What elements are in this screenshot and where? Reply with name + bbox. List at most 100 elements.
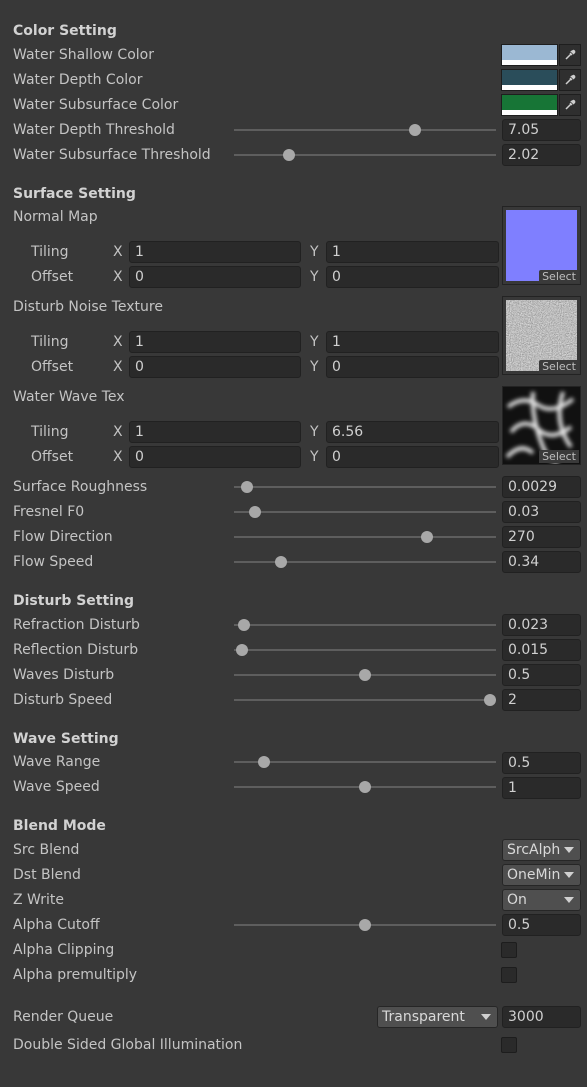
- water-depth-threshold-field[interactable]: 7.05: [502, 119, 581, 141]
- disturb-speed-slider[interactable]: [234, 694, 496, 706]
- wave-range-slider[interactable]: [234, 756, 496, 768]
- disturb-noise-texture-slot[interactable]: Select: [502, 296, 581, 375]
- render-queue-mode: Transparent: [382, 1009, 465, 1025]
- slider-thumb[interactable]: [420, 531, 433, 543]
- axis-y-label: Y: [310, 269, 319, 285]
- alpha-cutoff-field[interactable]: 0.5: [502, 914, 581, 936]
- water-wave-offset-x[interactable]: 0: [129, 446, 301, 468]
- select-button[interactable]: Select: [539, 360, 579, 373]
- waves-disturb-slider[interactable]: [234, 669, 496, 681]
- fresnel-f0-label: Fresnel F0: [13, 504, 85, 520]
- fresnel-f0-field[interactable]: 0.03: [502, 501, 581, 523]
- z-write-dropdown[interactable]: On: [502, 889, 581, 911]
- disturb-speed-label: Disturb Speed: [13, 692, 113, 708]
- dst-blend-label: Dst Blend: [13, 867, 81, 883]
- reflection-disturb-field[interactable]: 0.015: [502, 639, 581, 661]
- flow-speed-field[interactable]: 0.34: [502, 551, 581, 573]
- waves-disturb-field[interactable]: 0.5: [502, 664, 581, 686]
- alpha-clipping-checkbox[interactable]: [501, 942, 517, 958]
- refraction-disturb-field[interactable]: 0.023: [502, 614, 581, 636]
- flow-direction-slider[interactable]: [234, 531, 496, 543]
- surface-roughness-slider[interactable]: [234, 481, 496, 493]
- water-wave-texture-slot[interactable]: Select: [502, 386, 581, 465]
- water-depth-threshold-slider[interactable]: [234, 124, 496, 136]
- surface-roughness-label: Surface Roughness: [13, 479, 148, 495]
- eyedropper-icon[interactable]: [559, 94, 581, 116]
- wave-speed-slider[interactable]: [234, 781, 496, 793]
- chevron-down-icon: [481, 1014, 491, 1020]
- water-depth-color-swatch[interactable]: [501, 69, 558, 91]
- chevron-down-icon: [564, 872, 574, 878]
- tiling-label: Tiling: [31, 424, 69, 440]
- normal-map-offset-x[interactable]: 0: [129, 266, 301, 288]
- alpha-cutoff-slider[interactable]: [234, 919, 496, 931]
- wave-setting-header: Wave Setting: [13, 731, 119, 747]
- z-write-value: On: [507, 892, 527, 908]
- flow-direction-field[interactable]: 270: [502, 526, 581, 548]
- water-shallow-color-label: Water Shallow Color: [13, 47, 154, 63]
- slider-thumb[interactable]: [248, 506, 261, 518]
- wave-range-field[interactable]: 0.5: [502, 752, 581, 774]
- disturb-noise-tiling-x[interactable]: 1: [129, 331, 301, 353]
- axis-y-label: Y: [310, 244, 319, 260]
- water-depth-threshold-label: Water Depth Threshold: [13, 122, 175, 138]
- eyedropper-icon[interactable]: [559, 69, 581, 91]
- normal-map-tiling-y[interactable]: 1: [326, 241, 499, 263]
- normal-map-offset-y[interactable]: 0: [326, 266, 499, 288]
- flow-speed-slider[interactable]: [234, 556, 496, 568]
- slider-thumb[interactable]: [235, 644, 248, 656]
- offset-label: Offset: [31, 359, 74, 375]
- disturb-noise-tiling-y[interactable]: 1: [326, 331, 499, 353]
- slider-thumb[interactable]: [241, 481, 254, 493]
- render-queue-dropdown[interactable]: Transparent: [377, 1006, 498, 1028]
- normal-map-label: Normal Map: [13, 209, 98, 225]
- water-subsurface-threshold-slider[interactable]: [234, 149, 496, 161]
- slider-thumb[interactable]: [258, 756, 271, 768]
- slider-thumb[interactable]: [283, 149, 296, 161]
- slider-thumb[interactable]: [484, 694, 496, 706]
- water-subsurface-color-swatch[interactable]: [501, 94, 558, 116]
- select-button[interactable]: Select: [539, 270, 579, 283]
- water-subsurface-threshold-field[interactable]: 2.02: [502, 144, 581, 166]
- axis-x-label: X: [113, 449, 123, 465]
- blend-mode-header: Blend Mode: [13, 818, 106, 834]
- dst-blend-dropdown[interactable]: OneMin: [502, 864, 581, 886]
- surface-roughness-field[interactable]: 0.0029: [502, 476, 581, 498]
- refraction-disturb-label: Refraction Disturb: [13, 617, 140, 633]
- offset-label: Offset: [31, 269, 74, 285]
- color-setting-header: Color Setting: [13, 23, 117, 39]
- alpha-premultiply-checkbox[interactable]: [501, 967, 517, 983]
- water-subsurface-color-label: Water Subsurface Color: [13, 97, 179, 113]
- select-button[interactable]: Select: [539, 450, 579, 463]
- fresnel-f0-slider[interactable]: [234, 506, 496, 518]
- disturb-speed-field[interactable]: 2: [502, 689, 581, 711]
- water-wave-tiling-y[interactable]: 6.56: [326, 421, 499, 443]
- slider-thumb[interactable]: [408, 124, 421, 136]
- reflection-disturb-slider[interactable]: [234, 644, 496, 656]
- slider-thumb[interactable]: [359, 669, 371, 681]
- tiling-label: Tiling: [31, 244, 69, 260]
- render-queue-field[interactable]: 3000: [502, 1006, 581, 1028]
- slider-thumb[interactable]: [275, 556, 288, 568]
- slider-thumb[interactable]: [359, 781, 371, 793]
- disturb-noise-offset-x[interactable]: 0: [129, 356, 301, 378]
- water-wave-tiling-x[interactable]: 1: [129, 421, 301, 443]
- normal-map-tiling-x[interactable]: 1: [129, 241, 301, 263]
- eyedropper-icon[interactable]: [559, 44, 581, 66]
- slider-thumb[interactable]: [359, 919, 371, 931]
- double-sided-gi-checkbox[interactable]: [501, 1037, 517, 1053]
- water-shallow-color-swatch[interactable]: [501, 44, 558, 66]
- slider-thumb[interactable]: [238, 619, 251, 631]
- normal-map-texture-slot[interactable]: Select: [502, 206, 581, 285]
- axis-x-label: X: [113, 244, 123, 260]
- double-sided-gi-label: Double Sided Global Illumination: [13, 1037, 243, 1053]
- axis-x-label: X: [113, 424, 123, 440]
- src-blend-dropdown[interactable]: SrcAlph: [502, 839, 581, 861]
- refraction-disturb-slider[interactable]: [234, 619, 496, 631]
- wave-speed-label: Wave Speed: [13, 779, 100, 795]
- alpha-clipping-label: Alpha Clipping: [13, 942, 115, 958]
- disturb-noise-offset-y[interactable]: 0: [326, 356, 499, 378]
- water-wave-offset-y[interactable]: 0: [326, 446, 499, 468]
- wave-speed-field[interactable]: 1: [502, 777, 581, 799]
- alpha-premultiply-label: Alpha premultiply: [13, 967, 138, 983]
